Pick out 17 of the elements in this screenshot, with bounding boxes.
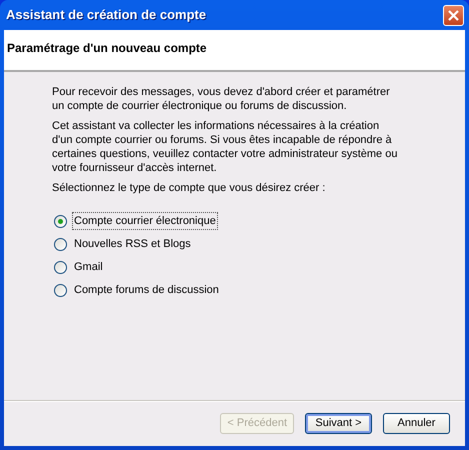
radio-label[interactable]: Compte courrier électronique: [73, 212, 217, 230]
radio-button[interactable]: [54, 260, 67, 274]
paragraph-text: Sélectionnez le type de compte que vous désirez créer :: [52, 181, 326, 195]
close-button[interactable]: [443, 4, 464, 26]
radio-label[interactable]: Nouvelles RSS et Blogs: [73, 236, 192, 252]
paragraph-text: Cet assistant va collecter les informations nécessaires à la création d'un compte courrier ou forums. Si vous êtes incapable de répondre à certaines questions, veuillez contacter votre administrateur système ou votre fournisseur d'accès internet.: [52, 119, 398, 175]
close-icon: [448, 10, 459, 20]
radio-button[interactable]: [54, 214, 67, 228]
dialog-button[interactable]: Annuler: [383, 412, 450, 434]
radio-label[interactable]: Compte forums de discussion: [73, 282, 220, 298]
radio-button[interactable]: [54, 238, 67, 250]
window-title: Assistant de création de compte: [5, 6, 206, 24]
radio-button[interactable]: [54, 284, 67, 296]
paragraph-text: Pour recevoir des messages, vous devez d'abord créer et paramétrer un compte de courrier électronique ou forums de discussion.: [52, 85, 391, 113]
header-title: Paramétrage d'un nouveau compte: [7, 41, 207, 55]
radio-label[interactable]: Gmail: [73, 258, 104, 276]
dialog-button[interactable]: Suivant >: [305, 412, 372, 434]
